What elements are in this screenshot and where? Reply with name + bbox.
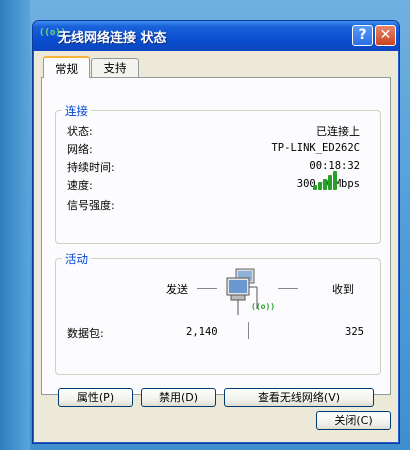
tab-support[interactable]: 支持 — [91, 58, 139, 77]
signal-bar — [333, 171, 337, 190]
packets-label: 数据包: — [67, 327, 104, 340]
network-value: TP-LINK_ED262C — [271, 142, 360, 154]
tab-strip: 常规 支持 — [41, 56, 391, 78]
status-label: 状态: — [67, 125, 93, 138]
sent-label: 发送 — [166, 283, 188, 296]
signal-strength-icon — [313, 170, 341, 190]
window-title: 无线网络连接 状态 — [58, 31, 167, 46]
close-button[interactable]: 关闭(C) — [316, 411, 391, 430]
network-label: 网络: — [67, 143, 93, 156]
signal-bar — [323, 179, 327, 190]
packets-sent-value: 2,140 — [186, 326, 218, 338]
activity-group-title: 活动 — [62, 251, 91, 267]
sent-line — [197, 288, 217, 289]
signal-strength-label: 信号强度: — [67, 199, 115, 212]
tab-general[interactable]: 常规 — [43, 56, 90, 78]
duration-label: 持续时间: — [67, 161, 115, 174]
title-bar[interactable]: ((o)) 无线网络连接 状态 ? ✕ — [33, 21, 399, 51]
activity-group: 活动 发送 ((o)) 收到 数据包: 2,140 325 — [55, 251, 381, 375]
close-window-button[interactable]: ✕ — [375, 25, 396, 46]
general-tab-panel: 连接 状态: 已连接上 网络: TP-LINK_ED262C 持续时间: 00:… — [41, 77, 391, 407]
signal-bar — [328, 175, 332, 190]
disable-button[interactable]: 禁用(D) — [141, 388, 216, 407]
properties-button[interactable]: 属性(P) — [58, 388, 133, 407]
packets-received-value: 325 — [345, 326, 364, 338]
speed-label: 速度: — [67, 179, 93, 192]
status-dialog: ((o)) 无线网络连接 状态 ? ✕ 常规 支持 连接 状态: 已连接上 网络… — [32, 20, 400, 444]
signal-bar — [313, 185, 317, 190]
network-computers-icon — [226, 268, 258, 315]
close-icon: ✕ — [379, 27, 392, 43]
received-line — [278, 288, 298, 289]
desktop-background — [0, 0, 30, 450]
connection-group-title: 连接 — [62, 103, 91, 119]
packets-divider — [248, 322, 249, 339]
status-value: 已连接上 — [316, 125, 360, 138]
view-wireless-networks-button[interactable]: 查看无线网络(V) — [224, 388, 374, 407]
signal-bar — [318, 182, 322, 190]
received-label: 收到 — [332, 283, 354, 296]
help-button[interactable]: ? — [352, 25, 373, 46]
wireless-activity-icon: ((o)) — [251, 302, 276, 311]
